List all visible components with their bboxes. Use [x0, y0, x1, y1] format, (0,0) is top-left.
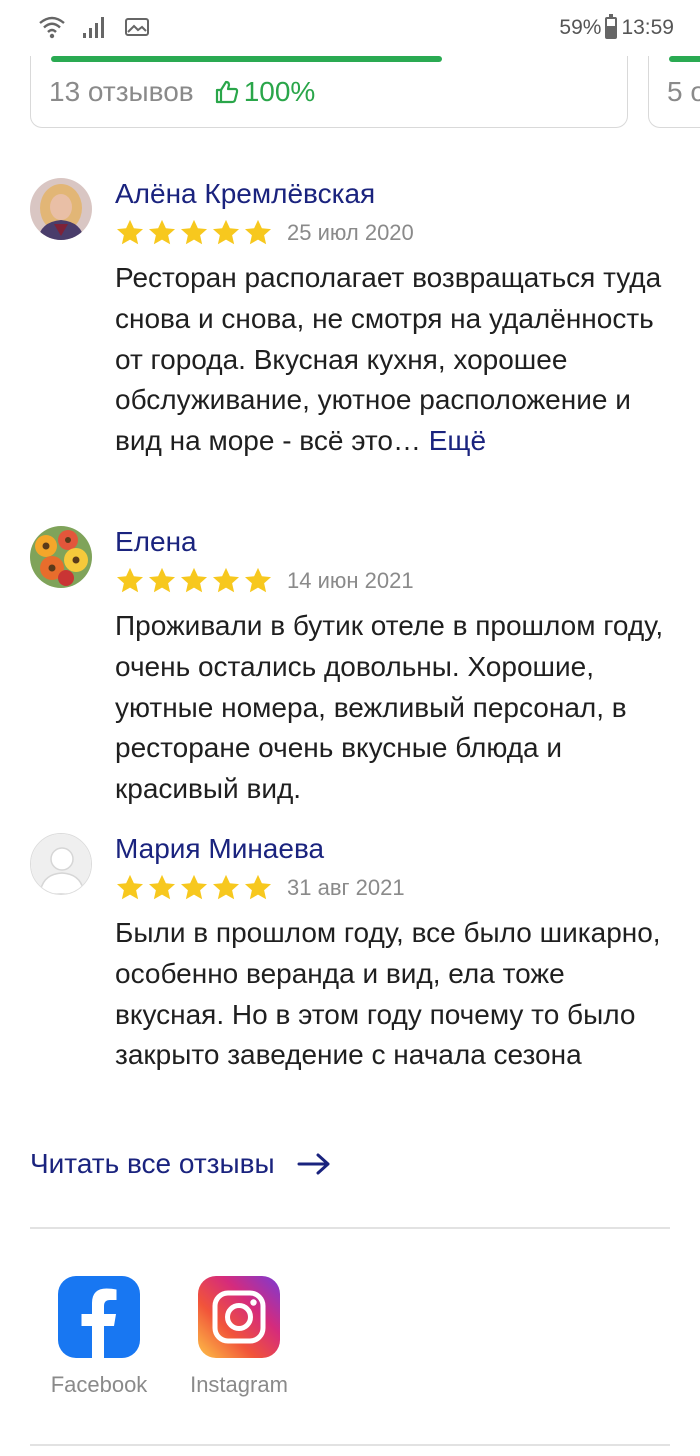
rating-bar	[51, 56, 442, 62]
signal-icon	[83, 17, 104, 38]
review-date: 25 июл 2020	[287, 220, 414, 245]
star-icon	[117, 567, 143, 593]
read-all-reviews-link[interactable]: Читать все отзывы	[30, 1148, 331, 1180]
read-more-link[interactable]: Ещё	[429, 425, 486, 456]
divider	[30, 1444, 670, 1446]
avatar[interactable]	[30, 178, 92, 240]
divider	[30, 1227, 670, 1229]
star-icon	[181, 567, 207, 593]
star-icon	[245, 219, 271, 245]
wifi-icon	[39, 16, 65, 39]
likes-percent: 100%	[243, 76, 316, 107]
star-icon	[213, 567, 239, 593]
instagram-icon	[198, 1276, 280, 1358]
review-text: Были в прошлом году, все было шикарно, о…	[115, 917, 661, 1071]
likes-summary: 100%	[214, 76, 316, 108]
facebook-label: Facebook	[50, 1372, 148, 1397]
next-summary-card[interactable]: 5 о	[648, 56, 700, 128]
star-icon	[149, 219, 175, 245]
read-all-label: Читать все отзывы	[30, 1148, 275, 1179]
next-card-count: 5 о	[667, 76, 700, 107]
star-icon	[117, 874, 143, 900]
review-date: 14 июн 2021	[287, 568, 414, 593]
star-icon	[149, 567, 175, 593]
rating-bar	[669, 56, 700, 62]
star-icon	[245, 567, 271, 593]
review-date: 31 авг 2021	[287, 875, 405, 900]
battery-icon	[605, 14, 618, 39]
star-icon	[181, 219, 207, 245]
status-bar: 59% 13:59	[0, 0, 700, 58]
review-author[interactable]: Елена	[115, 526, 197, 558]
facebook-icon	[58, 1276, 140, 1358]
rating-stars	[115, 873, 273, 903]
facebook-link[interactable]: Facebook	[44, 1276, 154, 1398]
review-author[interactable]: Алёна Кремлёвская	[115, 178, 375, 210]
star-icon	[181, 874, 207, 900]
rating-stars	[115, 566, 273, 596]
reviews-count: 13 отзывов	[49, 76, 194, 107]
clock: 13:59	[621, 16, 674, 39]
instagram-label: Instagram	[190, 1372, 288, 1397]
rating-stars	[115, 218, 273, 248]
star-icon	[245, 874, 271, 900]
review-text-body: Ресторан располагает возвращаться туда с…	[115, 262, 662, 457]
review-text: Ресторан располагает возвращаться туда с…	[115, 258, 675, 462]
arrow-right-icon	[297, 1153, 330, 1175]
image-icon	[125, 18, 149, 36]
review-author[interactable]: Мария Минаева	[115, 833, 324, 865]
star-icon	[149, 874, 175, 900]
reviews-summary-card[interactable]: 13 отзывов 100%	[30, 56, 628, 128]
star-icon	[213, 874, 239, 900]
avatar[interactable]	[30, 833, 92, 895]
instagram-link[interactable]: Instagram	[184, 1276, 294, 1398]
thumbs-up-icon	[215, 80, 238, 104]
review-text: Проживали в бутик отеле в прошлом году, …	[115, 610, 664, 805]
star-icon	[117, 219, 143, 245]
star-icon	[213, 219, 239, 245]
battery-percent: 59%	[559, 16, 602, 39]
avatar[interactable]	[30, 526, 92, 588]
